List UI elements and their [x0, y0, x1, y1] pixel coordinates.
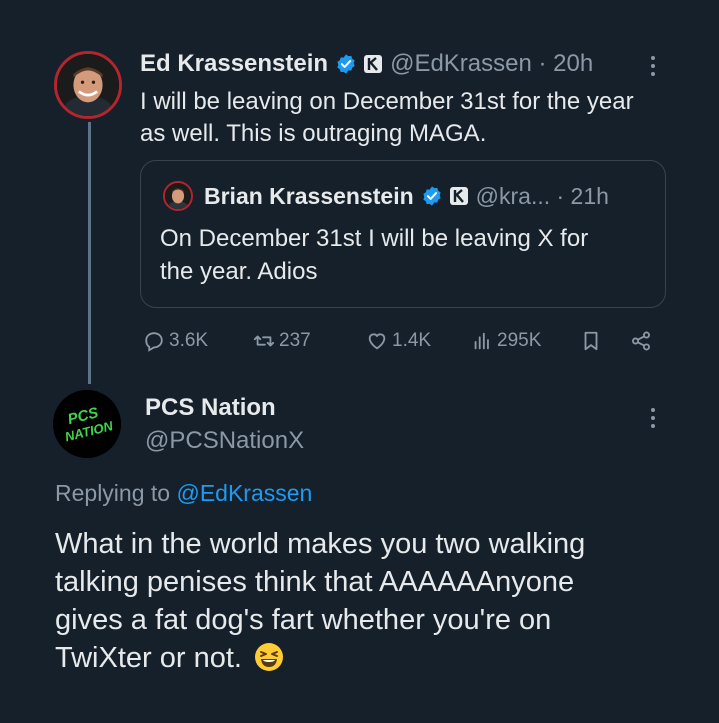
like-count: 1.4K	[392, 330, 432, 351]
more-icon[interactable]	[651, 408, 657, 428]
replying-label: Replying to	[55, 480, 177, 506]
avatar[interactable]	[54, 51, 122, 119]
more-icon[interactable]	[651, 56, 657, 76]
views-icon	[471, 330, 493, 352]
tweet-text-line: I will be leaving on December 31st for t…	[140, 88, 634, 115]
quote-author-handle: @kra... · 21h	[475, 182, 609, 209]
views-button[interactable]: 295K	[471, 326, 541, 356]
reply-text: What in the world makes you two walking …	[55, 525, 695, 677]
quote-header: Brian Krassenstein @kra... · 21h	[204, 181, 609, 211]
reply-count: 3.6K	[169, 330, 209, 351]
pcs-nation-logo: PCS NATION	[53, 390, 121, 458]
reply-text-line-last: TwiXter or not.	[55, 639, 695, 677]
author-name[interactable]: Ed Krassenstein	[140, 50, 328, 78]
like-button[interactable]: 1.4K	[366, 326, 431, 356]
reply-author-name[interactable]: PCS Nation	[145, 394, 276, 422]
repost-button[interactable]: 237	[253, 326, 311, 356]
brian-avatar-image	[165, 183, 191, 209]
affiliate-k-icon	[449, 186, 469, 206]
avatar[interactable]: PCS NATION	[53, 390, 121, 458]
reply-text-line: gives a fat dog's fart whether you're on	[55, 604, 552, 636]
repost-count: 237	[279, 330, 311, 351]
share-button[interactable]	[630, 326, 656, 356]
bookmark-icon	[580, 330, 602, 352]
reply-icon	[143, 330, 165, 352]
quote-text-line: On December 31st I will be leaving X for	[160, 225, 589, 252]
tweet-action-bar: 3.6K 237 1.4K 295K	[140, 326, 660, 356]
reply-author-handle[interactable]: @PCSNationX	[145, 427, 304, 455]
views-count: 295K	[497, 330, 542, 351]
reply-text-line: What in the world makes you two walking	[55, 528, 586, 560]
tweet-text: I will be leaving on December 31st for t…	[140, 86, 680, 150]
quote-text: On December 31st I will be leaving X for…	[160, 222, 660, 288]
quote-text-line: the year. Adios	[160, 258, 318, 285]
replying-handle-link[interactable]: @EdKrassen	[176, 480, 312, 506]
quote-author-name: Brian Krassenstein	[204, 182, 414, 209]
verified-badge-icon[interactable]	[335, 53, 357, 75]
affiliate-k-icon[interactable]	[363, 54, 383, 74]
thread-connector-line	[88, 122, 91, 384]
reply-text-line: talking penises think that AAAAAAnyone	[55, 566, 575, 598]
quote-avatar	[163, 181, 193, 211]
author-handle[interactable]: @EdKrassen · 20h	[390, 50, 593, 78]
replying-to: Replying to @EdKrassen	[55, 480, 312, 507]
reply-button[interactable]: 3.6K	[143, 326, 208, 356]
share-icon	[630, 330, 652, 352]
like-icon	[366, 330, 388, 352]
grinning-squinting-emoji	[254, 642, 284, 672]
reply-text-line: TwiXter or not.	[55, 642, 242, 674]
repost-icon	[253, 330, 275, 352]
tweet-text-line: as well. This is outraging MAGA.	[140, 120, 487, 147]
tweet-header: Ed Krassenstein @EdKrassen · 20h	[140, 48, 593, 80]
verified-badge-icon	[421, 185, 443, 207]
ed-avatar-image	[57, 54, 119, 116]
bookmark-button[interactable]	[580, 326, 606, 356]
